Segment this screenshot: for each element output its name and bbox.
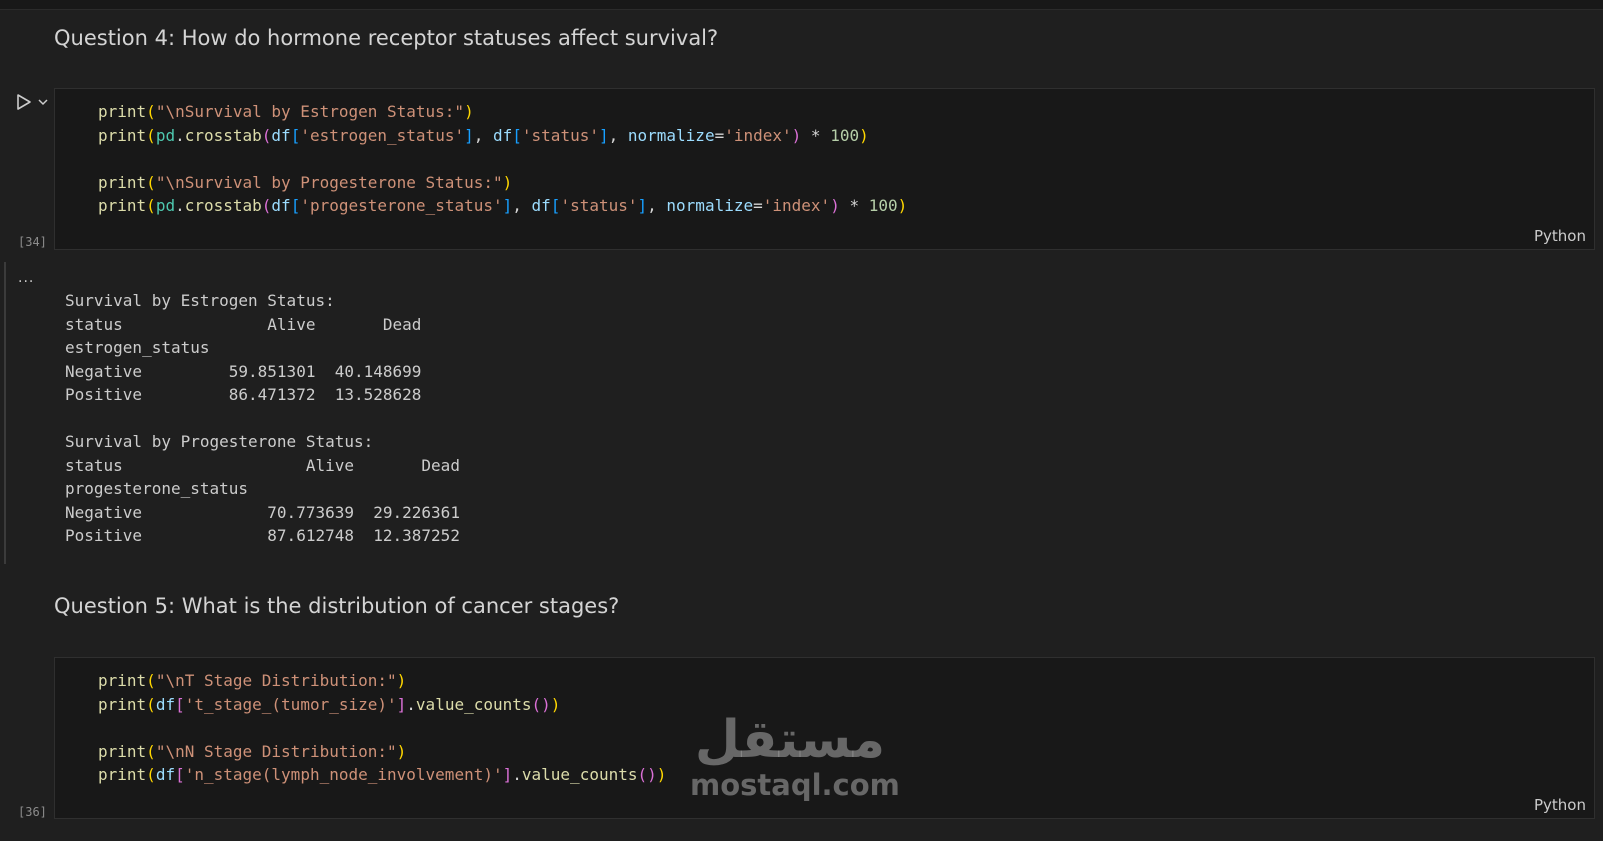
watermark-logo: مستقل mostaql.com — [690, 710, 900, 810]
output-line: Positive 87.612748 12.387252 — [65, 526, 460, 545]
output-line: Positive 86.471372 13.528628 — [65, 385, 422, 404]
code-editor[interactable]: print("\nSurvival by Estrogen Status:") … — [98, 100, 907, 218]
output-line: estrogen_status — [65, 338, 210, 357]
markdown-heading-q5: Question 5: What is the distribution of … — [54, 594, 620, 618]
output-more-actions[interactable]: ... — [18, 270, 34, 286]
execution-count: [34] — [18, 235, 47, 249]
code-editor[interactable]: print("\nT Stage Distribution:") print(d… — [98, 669, 666, 787]
language-indicator[interactable]: Python — [1534, 227, 1586, 245]
top-bar — [0, 0, 1603, 10]
markdown-heading-q4: Question 4: How do hormone receptor stat… — [54, 26, 719, 50]
code-cell-34[interactable]: print("\nSurvival by Estrogen Status:") … — [54, 88, 1595, 250]
language-indicator[interactable]: Python — [1534, 796, 1586, 814]
watermark-arabic: مستقل — [694, 710, 886, 770]
play-icon — [17, 94, 31, 110]
output-line: progesterone_status — [65, 479, 249, 498]
chevron-down-icon — [38, 99, 48, 106]
watermark-latin: mostaql.com — [690, 768, 900, 802]
cell-output: Survival by Estrogen Status: status Aliv… — [65, 289, 460, 548]
output-line: status Alive Dead — [65, 455, 460, 475]
output-line: Survival by Progesterone Status: — [65, 432, 374, 451]
run-cell-button[interactable] — [14, 93, 52, 115]
output-line: status Alive Dead — [65, 314, 422, 334]
output-line: Negative 59.851301 40.148699 — [65, 361, 422, 381]
output-collapse-bar[interactable] — [4, 262, 6, 564]
execution-count: [36] — [18, 805, 47, 819]
output-line: Survival by Estrogen Status: — [65, 291, 335, 310]
output-line: Negative 70.773639 29.226361 — [65, 502, 460, 522]
